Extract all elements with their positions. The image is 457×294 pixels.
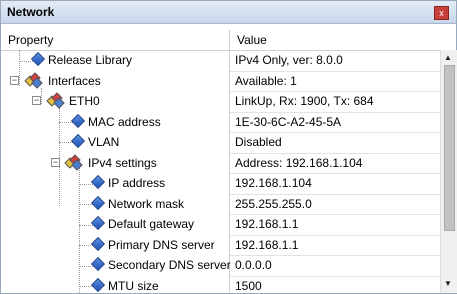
property-value: Available: 1 (235, 73, 297, 88)
minus-box-icon[interactable]: − (10, 75, 19, 85)
property-diamond-icon (90, 195, 106, 210)
property-group-icon (64, 153, 83, 171)
property-value: 255.255.255.0 (235, 196, 312, 211)
property-group-icon (24, 71, 43, 89)
vertical-scrollbar[interactable]: ▲ ▼ (440, 50, 457, 293)
property-label: IPv4 settings (88, 155, 157, 170)
property-value: Disabled (235, 135, 282, 149)
property-diamond-icon (30, 51, 46, 67)
property-label: Primary DNS server (108, 237, 215, 252)
property-row-ip-address[interactable]: IP address 192.168.1.104 (1, 173, 440, 195)
column-header: Property Value (1, 30, 440, 51)
property-value: 192.168.1.1 (235, 217, 299, 231)
close-button[interactable]: x (434, 6, 449, 20)
property-diamond-icon (90, 174, 106, 190)
property-row-secondary-dns[interactable]: Secondary DNS server 0.0.0.0 (1, 255, 440, 277)
property-label: VLAN (88, 135, 120, 149)
property-group-icon (46, 92, 65, 109)
property-row-release-library[interactable]: Release Library IPv4 Only, ver: 8.0.0 (1, 50, 440, 72)
property-row-mac-address[interactable]: MAC address 1E-30-6C-A2-45-5A (1, 112, 440, 133)
property-diamond-icon (70, 133, 86, 149)
property-value: 0.0.0.0 (235, 258, 272, 272)
network-panel: Network x Property Value Release Library… (0, 0, 457, 294)
property-diamond-icon (90, 215, 106, 231)
property-label: Release Library (48, 53, 133, 67)
property-label: MTU size (108, 278, 159, 293)
property-value: 192.168.1.104 (235, 176, 312, 190)
property-value: 1500 (235, 278, 262, 293)
arrow-up-icon[interactable]: ▲ (444, 53, 452, 62)
header-divider[interactable] (229, 30, 230, 50)
property-label: Interfaces (48, 73, 101, 88)
property-row-interfaces[interactable]: − Interfaces Available: 1 (1, 71, 440, 92)
property-grid: Release Library IPv4 Only, ver: 8.0.0 − … (1, 50, 440, 293)
scrollbar-thumb[interactable] (444, 65, 455, 231)
property-row-vlan[interactable]: VLAN Disabled (1, 132, 440, 154)
property-diamond-icon (70, 113, 86, 128)
arrow-down-icon[interactable]: ▼ (444, 279, 452, 288)
property-row-eth0[interactable]: − ETH0 LinkUp, Rx: 1900, Tx: 684 (1, 91, 440, 113)
property-label: Network mask (108, 196, 185, 211)
minus-box-icon[interactable]: − (32, 96, 41, 105)
property-label: Default gateway (108, 217, 195, 231)
property-row-default-gateway[interactable]: Default gateway 192.168.1.1 (1, 214, 440, 236)
property-value: LinkUp, Rx: 1900, Tx: 684 (235, 94, 374, 108)
panel-title: Network (7, 5, 55, 19)
header-property[interactable]: Property (8, 33, 53, 47)
property-label: MAC address (88, 114, 161, 129)
property-label: Secondary DNS server (108, 258, 231, 272)
property-diamond-icon (90, 236, 106, 251)
property-row-network-mask[interactable]: Network mask 255.255.255.0 (1, 194, 440, 215)
property-label: IP address (108, 176, 166, 190)
property-row-primary-dns[interactable]: Primary DNS server 192.168.1.1 (1, 235, 440, 256)
property-value: 1E-30-6C-A2-45-5A (235, 114, 342, 129)
property-value: Address: 192.168.1.104 (235, 155, 363, 170)
minus-box-icon[interactable]: − (51, 157, 60, 167)
property-value: 192.168.1.1 (235, 237, 299, 252)
property-diamond-icon (90, 277, 106, 292)
property-diamond-icon (90, 256, 106, 272)
panel-titlebar[interactable]: Network x (1, 1, 456, 24)
property-row-ipv4-settings[interactable]: − IPv4 settings Address: 192.168.1.104 (1, 153, 440, 174)
property-value: IPv4 Only, ver: 8.0.0 (235, 53, 343, 67)
header-value[interactable]: Value (237, 33, 267, 47)
property-label: ETH0 (69, 94, 100, 108)
property-row-mtu-size[interactable]: MTU size 1500 (1, 276, 440, 294)
